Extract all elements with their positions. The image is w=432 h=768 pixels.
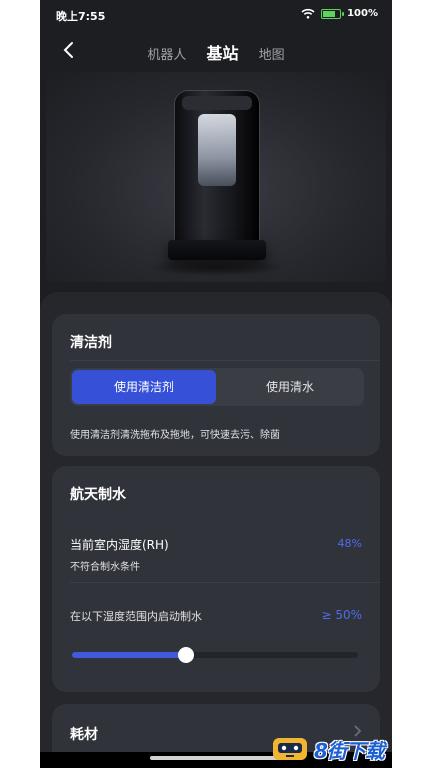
app-screen: 晚上7:55 100% 机器人 基站 地图 清洁剂 使用清洁剂 使用清水 使用清… bbox=[40, 0, 392, 768]
home-indicator bbox=[150, 756, 282, 760]
status-bar: 晚上7:55 100% bbox=[40, 0, 392, 30]
base-station-image bbox=[46, 72, 386, 282]
tab-base-station[interactable]: 基站 bbox=[206, 40, 238, 64]
battery-icon bbox=[321, 8, 345, 19]
base-station-illustration bbox=[168, 90, 266, 260]
cleaner-card-title: 清洁剂 bbox=[70, 335, 112, 351]
watermark-text: 8街下载 bbox=[314, 739, 385, 763]
cleaner-description: 使用清洁剂清洗拖布及拖地，可快速去污、除菌 bbox=[70, 430, 280, 441]
supplies-card-title: 耗材 bbox=[70, 727, 98, 743]
cleaner-segmented-control: 使用清洁剂 使用清水 bbox=[70, 368, 364, 406]
settings-sheet: 清洁剂 使用清洁剂 使用清水 使用清洁剂清洗拖布及拖地，可快速去污、除菌 航天制… bbox=[40, 292, 392, 768]
top-nav: 机器人 基站 地图 bbox=[40, 32, 392, 68]
watermark-logo: 8街下载 bbox=[270, 730, 430, 766]
cleaner-card: 清洁剂 使用清洁剂 使用清水 使用清洁剂清洗拖布及拖地，可快速去污、除菌 bbox=[52, 314, 380, 456]
threshold-value: ≥ 50% bbox=[321, 608, 362, 622]
slider-fill bbox=[72, 652, 187, 658]
tab-map[interactable]: 地图 bbox=[259, 44, 285, 63]
status-right: 100% bbox=[301, 8, 378, 19]
slider-thumb[interactable] bbox=[178, 647, 195, 663]
wifi-icon bbox=[301, 8, 315, 19]
station-tabs: 机器人 基站 地图 bbox=[40, 40, 392, 64]
tab-robot[interactable]: 机器人 bbox=[147, 44, 186, 63]
use-detergent-button[interactable]: 使用清洁剂 bbox=[72, 370, 216, 404]
humidity-note: 不符合制水条件 bbox=[70, 562, 140, 573]
water-generation-card: 航天制水 当前室内湿度(RH) 48% 不符合制水条件 在以下湿度范围内启动制水… bbox=[52, 466, 380, 692]
humidity-value: 48% bbox=[337, 537, 362, 550]
use-water-button[interactable]: 使用清水 bbox=[218, 370, 362, 404]
status-time: 晚上7:55 bbox=[56, 10, 106, 23]
humidity-slider[interactable] bbox=[72, 647, 358, 663]
threshold-label: 在以下湿度范围内启动制水 bbox=[70, 610, 202, 623]
battery-percent: 100% bbox=[347, 8, 378, 19]
water-card-title: 航天制水 bbox=[70, 487, 126, 503]
robot-logo-icon bbox=[273, 738, 307, 760]
humidity-label: 当前室内湿度(RH) bbox=[70, 538, 169, 552]
